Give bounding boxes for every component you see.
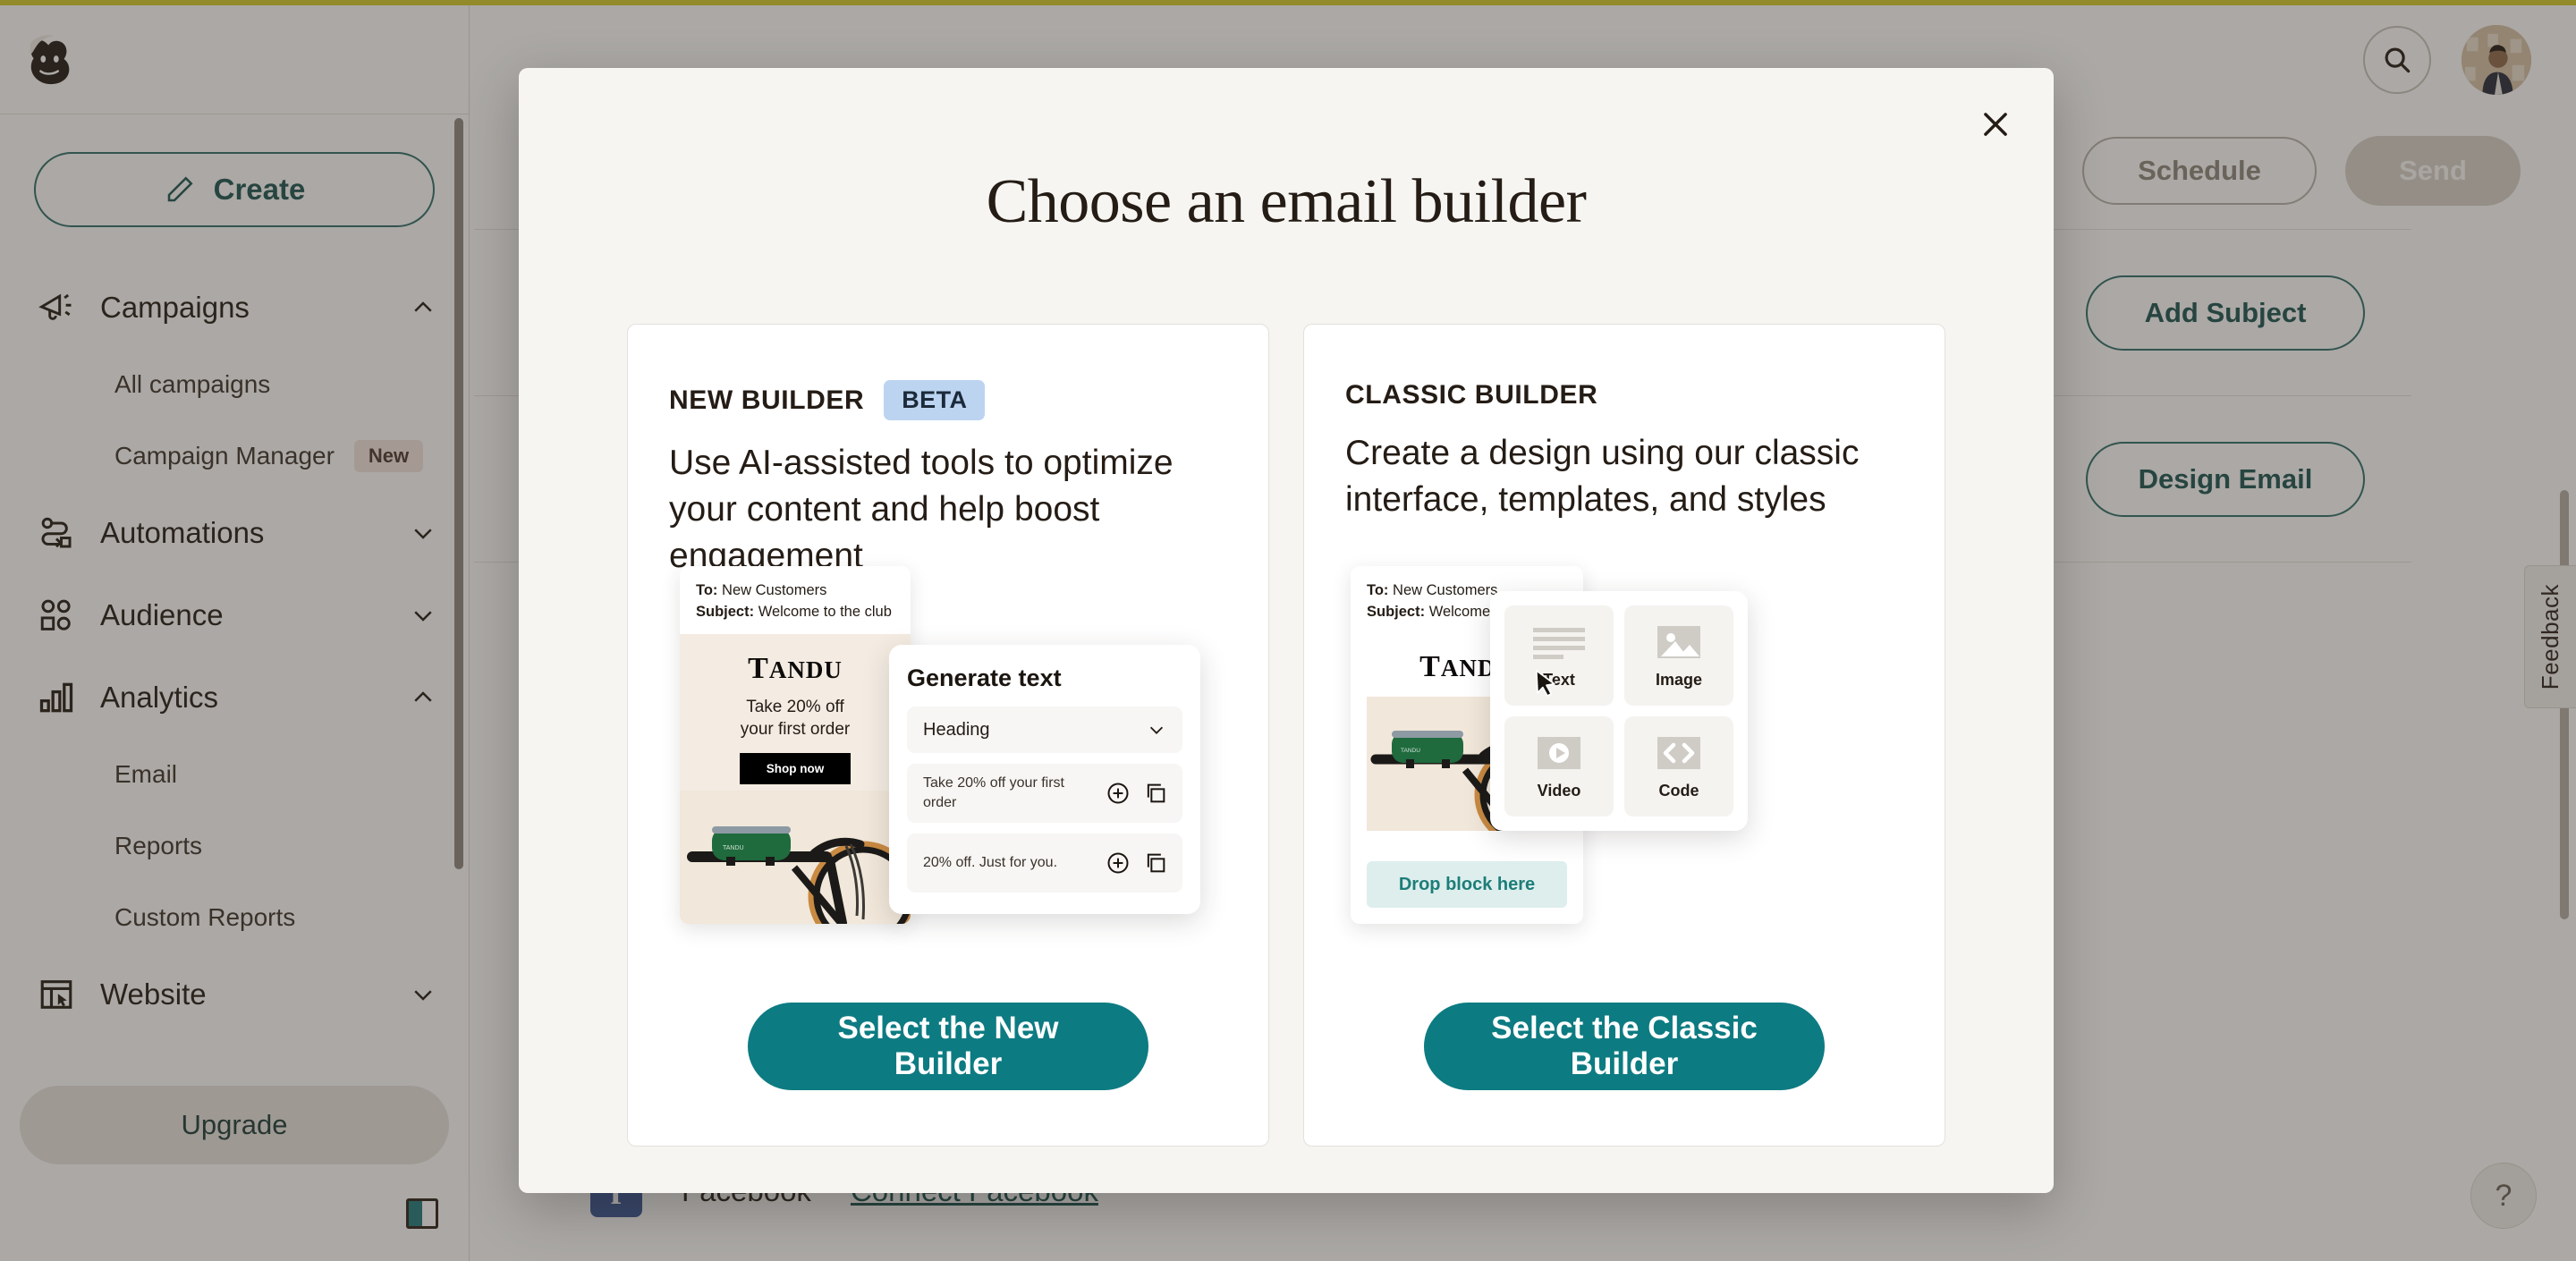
shop-now-button[interactable]: Shop now bbox=[739, 753, 852, 785]
heading-select-value: Heading bbox=[923, 719, 990, 740]
email-to-value: New Customers bbox=[722, 582, 827, 598]
plus-circle-icon[interactable] bbox=[1106, 851, 1131, 876]
plus-circle-icon[interactable] bbox=[1106, 781, 1131, 806]
classic-builder-description: Create a design using our classic interf… bbox=[1345, 434, 1860, 519]
email-subject-value: Welcome to the club bbox=[758, 603, 892, 620]
block-video[interactable]: Video bbox=[1504, 716, 1614, 817]
email-to-label: To: bbox=[696, 582, 718, 598]
classic-builder-kicker: CLASSIC BUILDER bbox=[1345, 380, 1598, 410]
text-lines-icon bbox=[1530, 622, 1589, 662]
email-subject-label: Subject: bbox=[1367, 603, 1426, 620]
new-builder-description: Use AI-assisted tools to optimize your c… bbox=[669, 444, 1174, 575]
copy-icon[interactable] bbox=[1143, 781, 1168, 806]
svg-text:TANDU: TANDU bbox=[1401, 748, 1420, 754]
generate-text-panel: Generate text Heading Take 20% off your … bbox=[889, 645, 1200, 914]
suggestion-text: Take 20% off your first order bbox=[923, 775, 1064, 810]
new-builder-kicker: NEW BUILDER bbox=[669, 385, 865, 415]
new-builder-card[interactable]: NEW BUILDER BETA Use AI-assisted tools t… bbox=[627, 324, 1269, 1147]
suggestion-actions bbox=[1106, 781, 1168, 806]
app-root: Create Campaigns All campaigns Campaign … bbox=[0, 0, 2576, 1261]
bicycle-illustration: TANDU bbox=[680, 790, 911, 924]
email-preview-header: To: New Customers Subject: Welcome to th… bbox=[680, 566, 911, 634]
svg-text:TANDU: TANDU bbox=[723, 845, 744, 851]
email-to-value: New Customers bbox=[1393, 582, 1498, 598]
bicycle-photo: TANDU bbox=[680, 790, 911, 924]
image-icon bbox=[1649, 622, 1708, 662]
block-image[interactable]: Image bbox=[1624, 605, 1733, 706]
block-text[interactable]: Text bbox=[1504, 605, 1614, 706]
drop-block-zone[interactable]: Drop block here bbox=[1367, 861, 1567, 908]
code-brackets-icon bbox=[1649, 733, 1708, 773]
block-code-label: Code bbox=[1658, 781, 1699, 800]
email-to-label: To: bbox=[1367, 582, 1389, 598]
block-palette: Text Image Video Code bbox=[1490, 591, 1748, 831]
block-video-label: Video bbox=[1537, 781, 1581, 800]
suggestion-text: 20% off. Just for you. bbox=[923, 855, 1058, 871]
generate-text-title: Generate text bbox=[907, 664, 1062, 691]
new-builder-eyebrow: NEW BUILDER BETA bbox=[669, 380, 1268, 420]
block-code[interactable]: Code bbox=[1624, 716, 1733, 817]
select-new-builder-button[interactable]: Select the New Builder bbox=[748, 1003, 1148, 1090]
email-preview-body: TANDU Take 20% off your first order Shop … bbox=[680, 633, 911, 924]
heading-select[interactable]: Heading bbox=[907, 707, 1182, 753]
tandu-brand-logo: TANDU bbox=[748, 651, 843, 685]
new-builder-illustration: To: New Customers Subject: Welcome to th… bbox=[628, 566, 1268, 951]
email-headline: Take 20% off your first order bbox=[740, 697, 851, 739]
video-play-icon bbox=[1530, 733, 1589, 773]
suggestion-item: 20% off. Just for you. bbox=[907, 834, 1182, 893]
page-title: Choose an email builder bbox=[986, 167, 1587, 236]
suggestion-actions bbox=[1106, 851, 1168, 876]
chevron-down-icon bbox=[1149, 726, 1164, 734]
email-preview-mock: To: New Customers Subject: Welcome to th… bbox=[680, 566, 911, 924]
select-classic-builder-button[interactable]: Select the Classic Builder bbox=[1424, 1003, 1825, 1090]
classic-builder-illustration: To: New Customers Subject: Welcome to th… bbox=[1304, 566, 1945, 951]
classic-builder-card[interactable]: CLASSIC BUILDER Create a design using ou… bbox=[1303, 324, 1945, 1147]
classic-builder-eyebrow: CLASSIC BUILDER bbox=[1345, 380, 1945, 410]
email-subject-label: Subject: bbox=[696, 603, 755, 620]
suggestion-item: Take 20% off your first order bbox=[907, 764, 1182, 823]
copy-icon[interactable] bbox=[1143, 851, 1168, 876]
beta-badge: BETA bbox=[884, 380, 986, 420]
block-image-label: Image bbox=[1655, 670, 1703, 689]
builder-cards: NEW BUILDER BETA Use AI-assisted tools t… bbox=[519, 324, 2054, 1147]
choose-email-builder-modal: Choose an email builder NEW BUILDER BETA… bbox=[519, 68, 2054, 1193]
close-icon[interactable] bbox=[1968, 97, 2023, 152]
block-text-label: Text bbox=[1543, 670, 1575, 689]
